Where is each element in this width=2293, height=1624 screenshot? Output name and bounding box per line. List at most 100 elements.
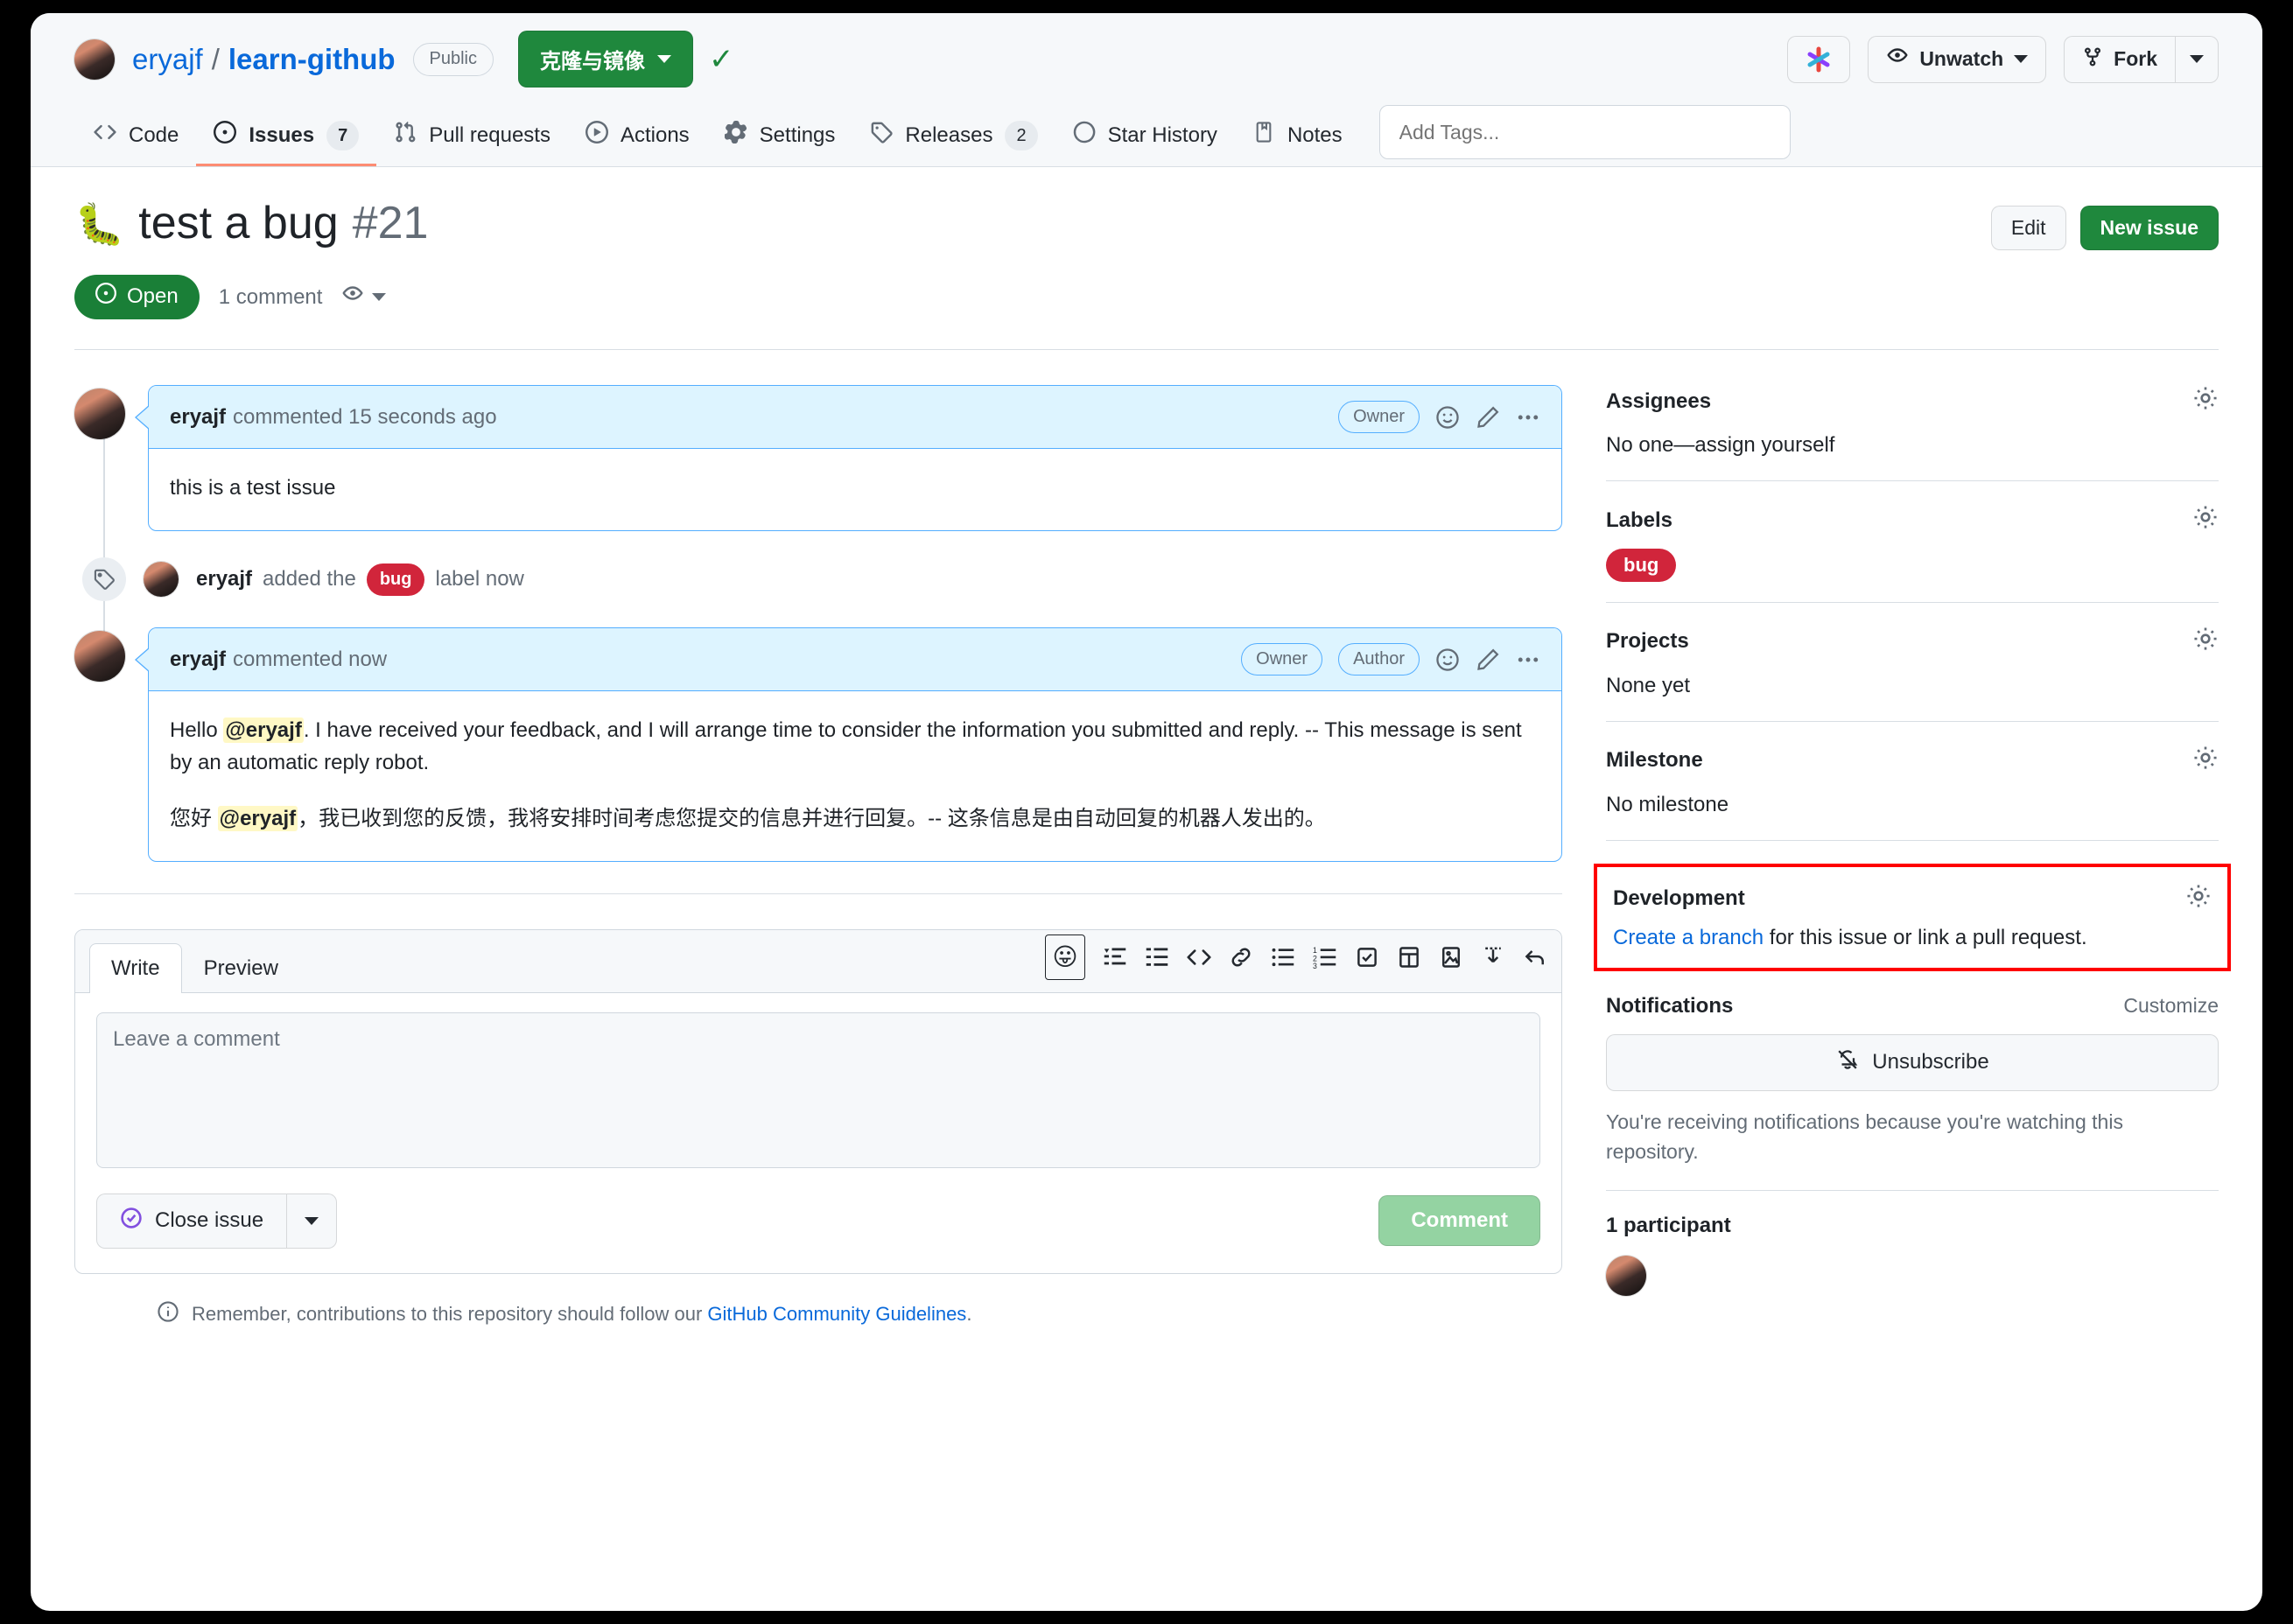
sidebar-section-projects: Projects None yet (1606, 626, 2219, 722)
code-icon (94, 121, 116, 150)
tab-preview[interactable]: Preview (182, 943, 300, 993)
repo-separator: / (212, 43, 220, 76)
watch-button[interactable]: Unwatch (1868, 36, 2046, 83)
participant-avatar[interactable] (1606, 1256, 1646, 1296)
tab-actions[interactable]: Actions (568, 107, 707, 166)
avatar[interactable] (74, 631, 125, 682)
gear-icon[interactable] (2192, 626, 2219, 658)
avatar[interactable] (74, 388, 125, 439)
chevron-down-icon (2014, 55, 2028, 63)
edit-comment-icon[interactable] (1476, 648, 1500, 672)
unsubscribe-button[interactable]: Unsubscribe (1606, 1034, 2219, 1091)
tab-issues[interactable]: Issues 7 (196, 107, 376, 166)
tab-releases[interactable]: Releases 2 (852, 107, 1055, 166)
notifications-header: Notifications Customize (1606, 994, 2219, 1018)
gear-icon[interactable] (2185, 883, 2212, 915)
comment-input[interactable] (96, 1012, 1540, 1168)
new-issue-button[interactable]: New issue (2080, 206, 2219, 250)
customize-link[interactable]: Customize (2123, 994, 2219, 1018)
fork-label: Fork (2114, 47, 2157, 71)
event-actor-name[interactable]: eryajf (196, 567, 252, 592)
create-branch-link[interactable]: Create a branch (1613, 926, 1764, 949)
code-icon[interactable] (1187, 945, 1211, 970)
timeline-event-labeled: eryajf added the bug label now (74, 531, 1562, 627)
repo-name-link[interactable]: learn-github (228, 43, 396, 76)
issue-opened-icon (214, 121, 236, 150)
note-suffix: . (966, 1303, 971, 1325)
mention-eryajf[interactable]: @eryajf (223, 718, 303, 743)
task-list-icon[interactable] (1355, 945, 1379, 970)
issues-count-badge: 7 (326, 121, 359, 150)
assignees-value[interactable]: No one—assign yourself (1606, 433, 2219, 458)
event-text: eryajf added the bug label now (196, 564, 524, 596)
repo-owner-link[interactable]: eryajf (132, 43, 203, 76)
copilot-button[interactable] (1787, 36, 1850, 83)
table-icon[interactable] (1397, 945, 1421, 970)
tab-label: Issues (249, 123, 314, 148)
tab-write[interactable]: Write (89, 943, 182, 993)
eye-icon (341, 284, 364, 311)
gear-icon (725, 121, 747, 150)
add-tags-input[interactable] (1379, 105, 1791, 159)
development-rest: for this issue or link a pull request. (1764, 926, 2087, 949)
text-prefix: 您好 (170, 807, 218, 830)
edit-button[interactable]: Edit (1991, 206, 2066, 250)
comment-menu-icon[interactable] (1516, 648, 1540, 672)
event-actor-avatar[interactable] (144, 562, 179, 597)
mention-eryajf[interactable]: @eryajf (218, 806, 298, 831)
browser-window: eryajf / learn-github Public 克隆与镜像 ✓ (31, 13, 2262, 1611)
unordered-list-icon[interactable] (1271, 945, 1295, 970)
tab-settings[interactable]: Settings (707, 107, 853, 166)
status-label: Open (127, 284, 179, 309)
chevron-down-icon (657, 55, 671, 63)
eye-icon (1886, 46, 1909, 74)
note-prefix: Remember, contributions to this reposito… (192, 1303, 707, 1325)
add-reaction-icon[interactable] (1435, 648, 1460, 672)
gear-icon[interactable] (2192, 745, 2219, 777)
clone-mirror-button[interactable]: 克隆与镜像 (518, 31, 693, 88)
chevron-down-icon (2190, 55, 2204, 63)
bold-icon[interactable] (1145, 945, 1169, 970)
chevron-down-icon (372, 293, 386, 301)
tab-notes[interactable]: Notes (1235, 107, 1360, 166)
markdown-toolbar: 😛 (1045, 934, 1547, 992)
tab-star-history[interactable]: Star History (1055, 107, 1235, 166)
tag-icon (82, 557, 126, 601)
role-badge-owner: Owner (1241, 643, 1322, 676)
labels-title: Labels (1606, 508, 1672, 533)
close-issue-button[interactable]: Close issue (96, 1194, 286, 1249)
sidebar-section-labels: Labels bug (1606, 504, 2219, 603)
label-pill-bug[interactable]: bug (1606, 549, 1676, 582)
image-icon[interactable] (1439, 945, 1463, 970)
gear-icon[interactable] (2192, 504, 2219, 536)
comment-author[interactable]: eryajf (170, 648, 226, 672)
assignees-title: Assignees (1606, 389, 1711, 414)
fork-icon (2082, 46, 2103, 73)
add-reaction-icon[interactable] (1435, 405, 1460, 430)
ordered-list-icon[interactable]: 123 (1313, 945, 1337, 970)
fork-dropdown-button[interactable] (2175, 36, 2219, 83)
reply-icon[interactable] (1523, 945, 1547, 970)
comment-menu-icon[interactable] (1516, 405, 1540, 430)
community-guidelines-link[interactable]: GitHub Community Guidelines (707, 1303, 966, 1325)
comment-submit-button[interactable]: Comment (1378, 1195, 1540, 1246)
saved-replies-icon[interactable] (1481, 945, 1505, 970)
assignees-header: Assignees (1606, 385, 2219, 417)
label-pill-bug[interactable]: bug (367, 564, 425, 596)
repo-title-row: eryajf / learn-github Public 克隆与镜像 ✓ (74, 13, 2219, 105)
comment-author[interactable]: eryajf (170, 405, 226, 430)
tab-pull-requests[interactable]: Pull requests (376, 107, 568, 166)
gear-icon[interactable] (2192, 385, 2219, 417)
edit-comment-icon[interactable] (1476, 405, 1500, 430)
close-issue-dropdown-button[interactable] (286, 1194, 337, 1249)
owner-avatar[interactable] (74, 39, 115, 80)
fork-button[interactable]: Fork (2064, 36, 2175, 83)
heading-icon[interactable] (1103, 945, 1127, 970)
comment-timestamp: commented 15 seconds ago (233, 405, 497, 430)
tab-code[interactable]: Code (76, 107, 196, 166)
issue-header-actions: Edit New issue (1991, 195, 2219, 250)
subscribe-eye-toggle[interactable] (341, 284, 386, 311)
emoji-icon[interactable]: 😛 (1045, 934, 1085, 980)
issue-closed-icon (120, 1207, 143, 1236)
link-icon[interactable] (1229, 945, 1253, 970)
